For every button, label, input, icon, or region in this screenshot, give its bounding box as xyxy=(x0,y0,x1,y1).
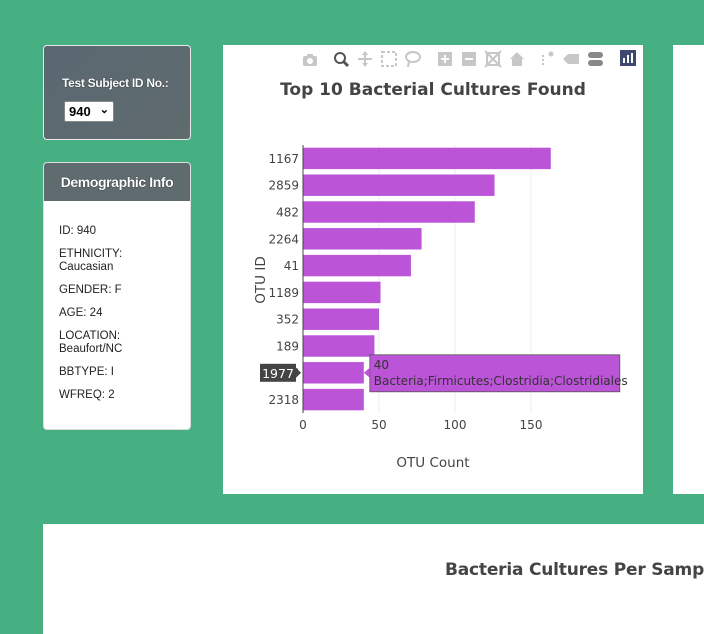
zoom-icon[interactable] xyxy=(334,52,350,68)
subject-id-selected: 940 xyxy=(69,104,91,119)
bar[interactable] xyxy=(303,335,375,357)
demographic-title: Demographic Info xyxy=(44,163,190,201)
y-tick-label: 189 xyxy=(276,340,299,354)
autoscale-icon[interactable] xyxy=(484,50,502,68)
x-tick-labels: 0 50 100 150 xyxy=(299,418,542,432)
plotly-logo-icon[interactable] xyxy=(620,50,636,66)
hover-compare-icon[interactable] xyxy=(588,52,603,66)
demo-item-gender: GENDER: F xyxy=(59,284,122,296)
bar-chart-card: Top 10 Bacterial Cultures Found 1167 2859… xyxy=(223,45,643,494)
demo-item-bbtype: BBTYPE: I xyxy=(59,366,114,378)
bar[interactable] xyxy=(303,254,411,277)
y-tick-label: 2264 xyxy=(268,232,299,246)
y-tick-label: 41 xyxy=(284,259,299,273)
hover-taxonomy-text: Bacteria;Firmicutes;Clostridia;Clostridi… xyxy=(374,374,628,388)
y-axis-title: OTU ID xyxy=(253,256,269,303)
camera-icon[interactable] xyxy=(303,54,317,66)
bar[interactable] xyxy=(303,228,422,250)
bar-chart[interactable]: Top 10 Bacterial Cultures Found 1167 2859… xyxy=(223,45,643,494)
subject-select-label: Test Subject ID No.: xyxy=(62,76,169,90)
bar[interactable] xyxy=(303,362,364,384)
y-tick-label: 482 xyxy=(276,206,299,220)
pan-icon[interactable] xyxy=(358,51,372,67)
hover-value-text: 40 xyxy=(374,358,389,372)
modebar xyxy=(303,50,636,68)
demo-item-location: LOCATION: Beaufort/NC xyxy=(59,330,123,355)
demographic-panel: Demographic Info ID: 940 ETHNICITY: Cauc… xyxy=(43,162,191,430)
bubble-chart-card: Bacteria Cultures Per Sample xyxy=(43,524,704,634)
hover-axis-label: 1977 xyxy=(262,366,294,381)
bar[interactable] xyxy=(303,147,551,170)
demographic-list: ID: 940 ETHNICITY: Caucasian GENDER: F A… xyxy=(44,201,190,402)
subject-select-panel: Test Subject ID No.: 940 ⌄ xyxy=(43,45,191,140)
x-tick-label: 100 xyxy=(444,418,467,432)
bar[interactable] xyxy=(303,201,475,223)
hover-value-pointer xyxy=(363,367,370,378)
x-tick-label: 0 xyxy=(299,418,307,432)
bar[interactable] xyxy=(303,308,379,330)
y-tick-label: 1167 xyxy=(268,152,299,166)
chart-title: Top 10 Bacterial Cultures Found xyxy=(280,80,586,100)
y-tick-label: 352 xyxy=(276,313,299,327)
subject-id-dropdown[interactable]: 940 ⌄ xyxy=(64,101,114,122)
bar[interactable] xyxy=(303,281,381,304)
home-icon[interactable] xyxy=(510,52,524,66)
hover-closest-icon[interactable] xyxy=(563,54,579,64)
demo-item-wfreq: WFREQ: 2 xyxy=(59,389,115,401)
bar[interactable] xyxy=(303,388,364,411)
demo-item-id: ID: 940 xyxy=(59,225,97,237)
lasso-icon[interactable] xyxy=(405,51,421,68)
x-tick-label: 150 xyxy=(520,418,543,432)
y-tick-label: 2318 xyxy=(268,393,299,407)
spike-lines-icon[interactable] xyxy=(542,51,554,67)
zoom-out-icon[interactable] xyxy=(462,52,476,66)
demo-item-age: AGE: 24 xyxy=(59,307,103,319)
y-tick-label: 1189 xyxy=(268,286,299,300)
bar[interactable] xyxy=(303,174,495,196)
chevron-down-icon: ⌄ xyxy=(99,104,109,116)
secondary-chart-card xyxy=(673,45,704,494)
x-axis-title: OTU Count xyxy=(396,455,469,471)
x-tick-label: 50 xyxy=(371,418,386,432)
demo-item-ethnicity: ETHNICITY: Caucasian xyxy=(59,248,123,273)
zoom-in-icon[interactable] xyxy=(438,52,452,66)
bubble-chart-title: Bacteria Cultures Per Sample xyxy=(445,560,704,580)
y-tick-label: 2859 xyxy=(268,179,299,193)
box-select-icon[interactable] xyxy=(381,51,397,67)
